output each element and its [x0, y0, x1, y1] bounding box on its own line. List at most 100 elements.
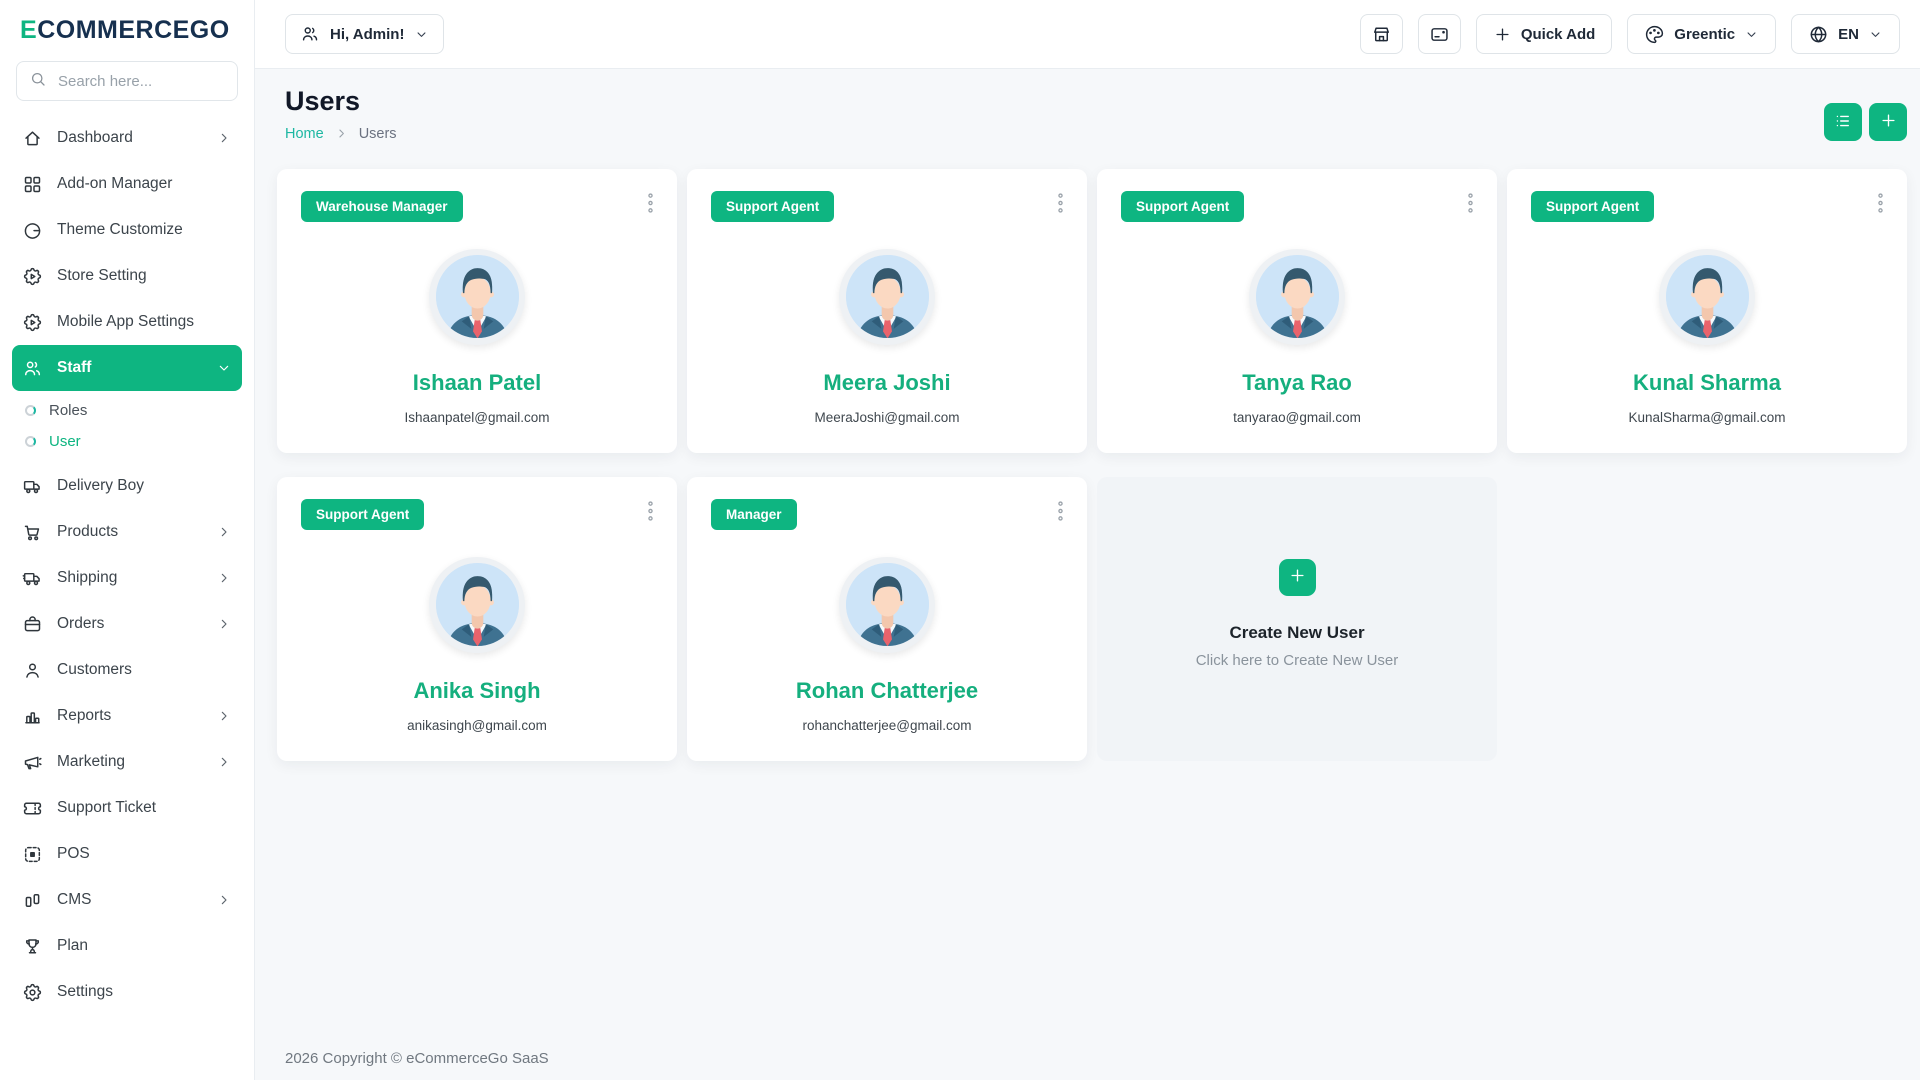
store-setting-gear-icon: [22, 266, 43, 287]
chevron-down-icon: [1868, 27, 1883, 42]
media-card-icon: [1429, 24, 1450, 45]
user-name[interactable]: Anika Singh: [277, 678, 677, 704]
user-name[interactable]: Meera Joshi: [687, 370, 1087, 396]
kebab-menu-icon: [1052, 203, 1069, 218]
sidebar-item-delivery-boy[interactable]: Delivery Boy: [12, 463, 242, 509]
globe-icon: [1808, 24, 1829, 45]
sidebar-item-dashboard[interactable]: Dashboard: [12, 115, 242, 161]
chevron-right-icon: [216, 130, 232, 146]
sidebar-item-products[interactable]: Products: [12, 509, 242, 555]
sidebar-item-mobile-app-settings[interactable]: Mobile App Settings: [12, 299, 242, 345]
breadcrumb-current: Users: [359, 126, 397, 142]
list-view-button[interactable]: [1824, 103, 1862, 141]
shipping-truck-icon: [22, 568, 43, 589]
admin-user-menu[interactable]: Hi, Admin!: [285, 14, 444, 54]
avatar-illustration: [846, 563, 929, 646]
user-name[interactable]: Tanya Rao: [1097, 370, 1497, 396]
sidebar-item-label: Theme Customize: [57, 221, 183, 239]
user-email: Ishaanpatel@gmail.com: [277, 410, 677, 425]
card-menu-button[interactable]: [1048, 495, 1073, 530]
logo-letter-e: E: [20, 16, 37, 44]
card-menu-button[interactable]: [1048, 187, 1073, 222]
card-menu-button[interactable]: [638, 495, 663, 530]
sidebar-item-settings[interactable]: Settings: [12, 969, 242, 1015]
orders-briefcase-icon: [22, 614, 43, 635]
card-menu-button[interactable]: [638, 187, 663, 222]
avatar: [839, 557, 935, 653]
user-name[interactable]: Rohan Chatterjee: [687, 678, 1087, 704]
add-user-button[interactable]: [1869, 103, 1907, 141]
card-menu-button[interactable]: [1868, 187, 1893, 222]
user-name[interactable]: Kunal Sharma: [1507, 370, 1907, 396]
sidebar-item-label: Marketing: [57, 753, 125, 771]
sidebar-item-theme-customize[interactable]: Theme Customize: [12, 207, 242, 253]
topbar: Hi, Admin! Quick Add Greentic: [255, 0, 1920, 69]
marketing-megaphone-icon: [22, 752, 43, 773]
user-card: Manager Rohan Chatterjee rohanchatterjee…: [687, 477, 1087, 761]
sidebar-item-staff[interactable]: Staff: [12, 345, 242, 391]
chevron-right-icon: [216, 524, 232, 540]
copyright-text: 2026 Copyright © eCommerceGo SaaS: [285, 1050, 549, 1067]
chevron-right-icon: [216, 570, 232, 586]
sidebar-subitem-roles[interactable]: Roles: [12, 395, 242, 426]
sidebar-item-label: Reports: [57, 707, 111, 725]
user-email: tanyarao@gmail.com: [1097, 410, 1497, 425]
chevron-right-icon: [334, 126, 349, 141]
create-new-user-card[interactable]: Create New User Click here to Create New…: [1097, 477, 1497, 761]
sidebar-item-add-on-manager[interactable]: Add-on Manager: [12, 161, 242, 207]
sidebar-item-reports[interactable]: Reports: [12, 693, 242, 739]
user-name[interactable]: Ishaan Patel: [277, 370, 677, 396]
breadcrumb-home-link[interactable]: Home: [285, 126, 324, 142]
sidebar-item-cms[interactable]: CMS: [12, 877, 242, 923]
content: Users Home Users Wareh: [255, 69, 1920, 1036]
user-card-grid: Warehouse Manager Ishaan Patel Ishaanpat…: [277, 169, 1907, 761]
quick-add-label: Quick Add: [1521, 26, 1595, 43]
sidebar-item-label: CMS: [57, 891, 91, 909]
support-ticket-icon: [22, 798, 43, 819]
avatar: [839, 249, 935, 345]
create-user-subtitle: Click here to Create New User: [1196, 652, 1399, 669]
chevron-right-icon: [216, 892, 232, 908]
plus-icon: [1493, 25, 1512, 44]
customer-person-icon: [22, 660, 43, 681]
title-actions: [1824, 103, 1907, 141]
card-menu-button[interactable]: [1458, 187, 1483, 222]
sidebar-item-store-setting[interactable]: Store Setting: [12, 253, 242, 299]
store-button[interactable]: [1360, 14, 1403, 54]
sidebar-item-shipping[interactable]: Shipping: [12, 555, 242, 601]
avatar-illustration: [436, 255, 519, 338]
sidebar-item-label: Staff: [57, 359, 91, 377]
sidebar-item-pos[interactable]: POS: [12, 831, 242, 877]
plan-trophy-icon: [22, 936, 43, 957]
page-title: Users: [285, 87, 397, 117]
sidebar-item-support-ticket[interactable]: Support Ticket: [12, 785, 242, 831]
sidebar-item-label: Dashboard: [57, 129, 133, 147]
sidebar-item-label: Orders: [57, 615, 104, 633]
staff-users-icon: [22, 358, 43, 379]
footer: 2026 Copyright © eCommerceGo SaaS: [255, 1036, 1920, 1080]
kebab-menu-icon: [1872, 203, 1889, 218]
search-input[interactable]: [56, 72, 225, 91]
progress-circle-icon: [25, 436, 36, 447]
media-button[interactable]: [1418, 14, 1461, 54]
kebab-menu-icon: [642, 203, 659, 218]
role-badge: Support Agent: [1121, 191, 1244, 222]
sidebar-item-marketing[interactable]: Marketing: [12, 739, 242, 785]
create-user-plus-button[interactable]: [1279, 559, 1316, 596]
quick-add-button[interactable]: Quick Add: [1476, 14, 1612, 54]
sidebar-item-label: Customers: [57, 661, 132, 679]
reports-chart-icon: [22, 706, 43, 727]
sidebar-item-orders[interactable]: Orders: [12, 601, 242, 647]
create-user-title: Create New User: [1229, 623, 1364, 643]
home-icon: [22, 128, 43, 149]
sidebar-item-customers[interactable]: Customers: [12, 647, 242, 693]
sidebar-subitem-user[interactable]: User: [12, 426, 242, 457]
sidebar-item-plan[interactable]: Plan: [12, 923, 242, 969]
theme-select-button[interactable]: Greentic: [1627, 14, 1776, 54]
sidebar-search[interactable]: [16, 61, 238, 101]
language-select-button[interactable]: EN: [1791, 14, 1900, 54]
avatar-illustration: [1256, 255, 1339, 338]
avatar-illustration: [846, 255, 929, 338]
search-icon: [29, 70, 47, 93]
sidebar-item-label: POS: [57, 845, 90, 863]
